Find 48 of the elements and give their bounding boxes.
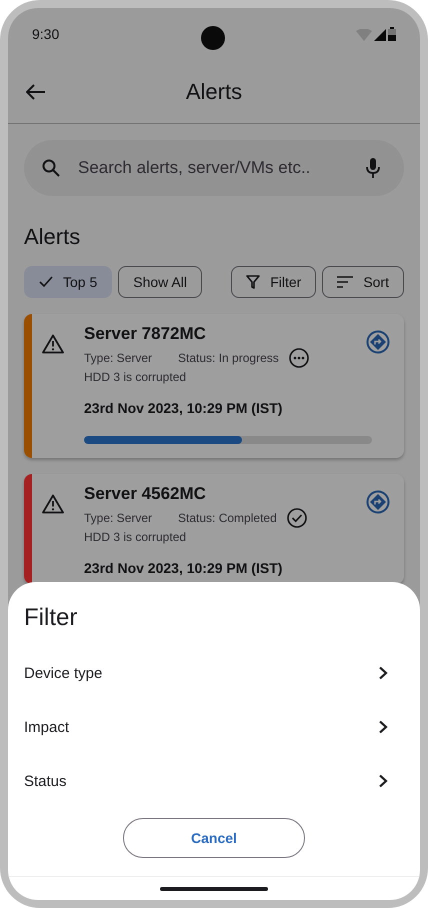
filter-option[interactable]: Impact — [24, 700, 404, 754]
option-label: Device type — [24, 664, 102, 682]
microphone-icon[interactable] — [366, 158, 380, 178]
signal-icon — [374, 29, 386, 41]
status-time: 9:30 — [32, 26, 60, 42]
check-circle-icon — [286, 508, 307, 528]
alert-type: Type: Server — [84, 351, 152, 365]
alert-type: Type: Server — [84, 511, 152, 525]
directions-icon[interactable] — [366, 490, 390, 514]
search-input[interactable]: Search alerts, server/VMs etc.. — [76, 157, 350, 179]
sheet-title: Filter — [24, 604, 78, 632]
funnel-icon — [246, 275, 260, 289]
wifi-icon — [356, 29, 372, 41]
cancel-button[interactable]: Cancel — [123, 818, 305, 858]
alert-card[interactable]: Server 4562MC Type: Server Status: Completed HDD 3 is corrupted 23rd Nov 2023, 10:29 PM (IST) — [24, 474, 404, 584]
warning-icon — [42, 494, 64, 514]
ellipsis-circle-icon — [288, 348, 309, 368]
back-arrow-icon — [26, 84, 46, 100]
chevron-right-icon — [378, 774, 388, 788]
filter-option[interactable]: Device type — [24, 646, 404, 700]
alert-title: Server 4562MC — [84, 484, 207, 504]
chevron-right-icon — [378, 720, 388, 734]
alert-status: Status: In progress — [178, 351, 279, 365]
section-heading: Alerts — [24, 224, 82, 250]
check-icon — [39, 276, 53, 288]
sort-button[interactable]: Sort — [322, 266, 404, 298]
filter-button[interactable]: Filter — [231, 266, 316, 298]
alert-card[interactable]: Server 7872MC Type: Server Status: In progress HDD 3 is corrupted 23rd Nov 2023, 10:29 PM (IST) — [24, 314, 404, 458]
battery-icon — [388, 27, 396, 41]
filter-option[interactable]: Status — [24, 754, 404, 808]
search-field[interactable]: Search alerts, server/VMs etc.. — [24, 140, 404, 196]
filter-chip[interactable]: Show All — [118, 266, 202, 298]
sort-icon — [337, 276, 354, 288]
filter-chip[interactable]: Top 5 — [24, 266, 112, 298]
alert-message: HDD 3 is corrupted — [84, 530, 188, 544]
alert-date: 23rd Nov 2023, 10:29 PM (IST) — [84, 400, 284, 416]
warning-icon — [42, 334, 64, 354]
directions-icon[interactable] — [366, 330, 390, 354]
search-icon — [42, 159, 60, 177]
app-bar-title: Alerts — [186, 78, 242, 104]
alert-status: Status: Completed — [178, 511, 277, 525]
alert-date: 23rd Nov 2023, 10:29 PM (IST) — [84, 560, 284, 576]
camera-hole — [201, 26, 225, 50]
option-label: Status — [24, 772, 67, 790]
alert-message: HDD 3 is corrupted — [84, 370, 188, 384]
chevron-right-icon — [378, 666, 388, 680]
alert-title: Server 7872MC — [84, 324, 207, 344]
option-label: Impact — [24, 718, 70, 736]
